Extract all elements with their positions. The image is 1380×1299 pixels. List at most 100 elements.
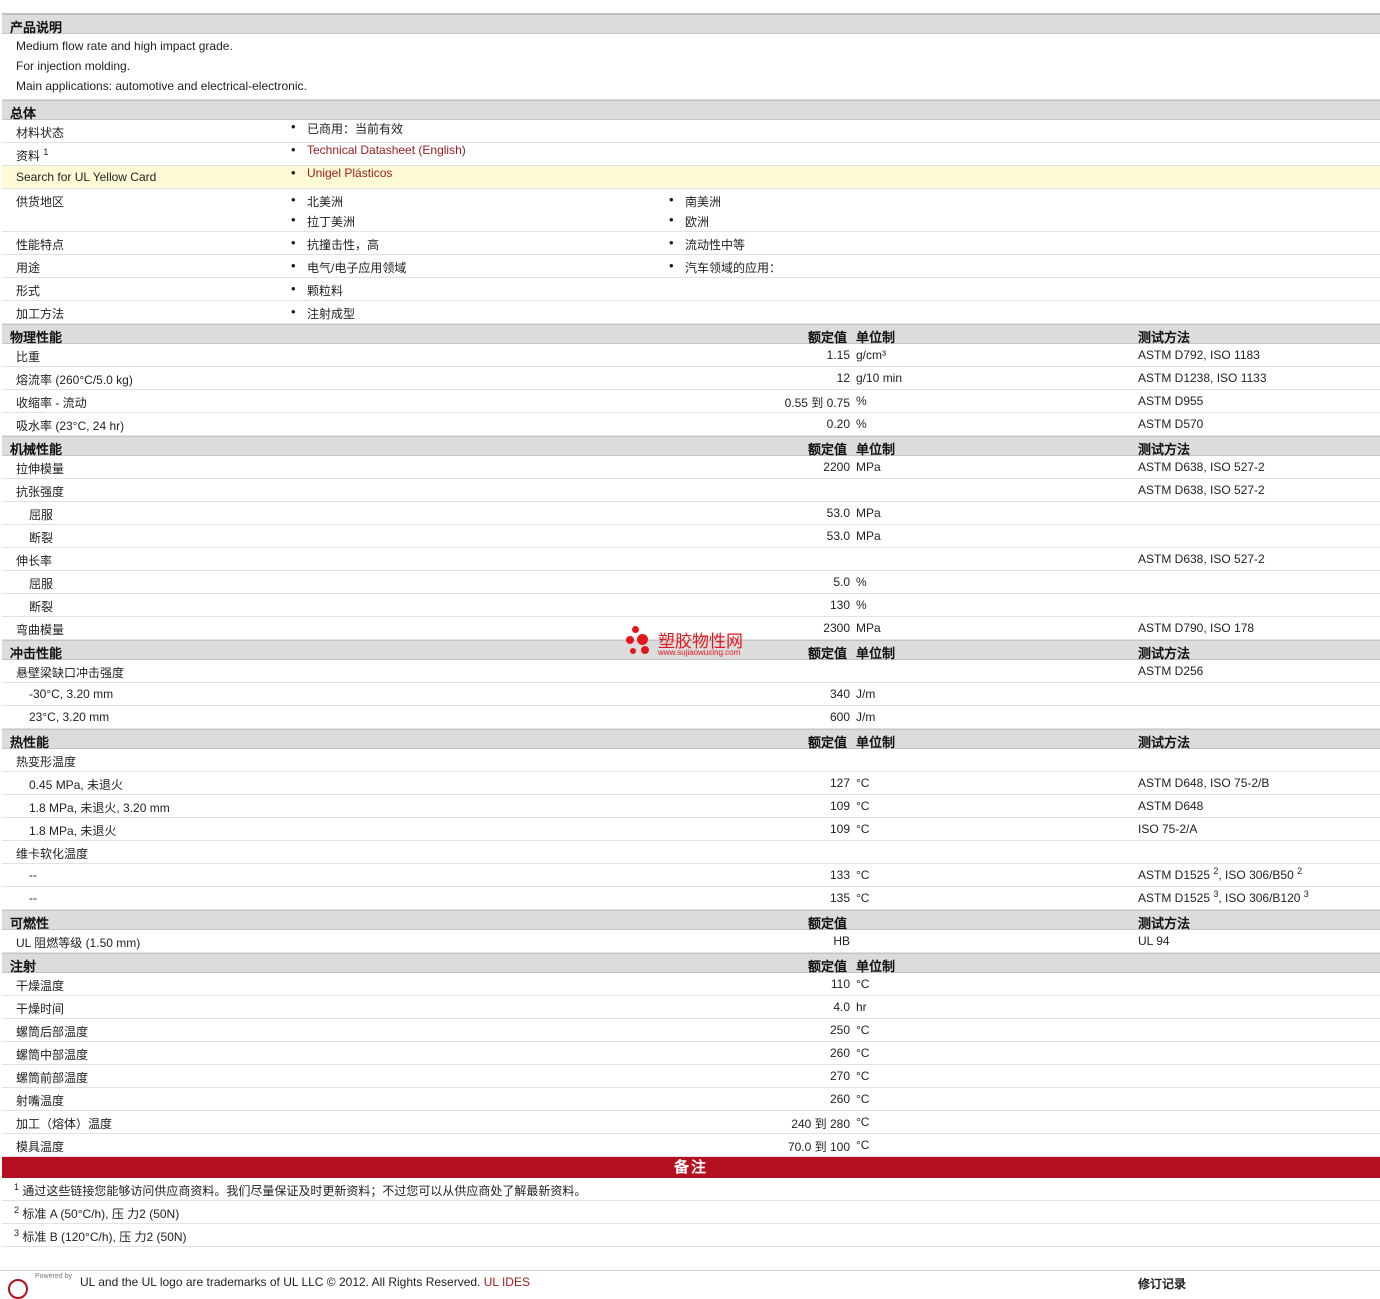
row-unit: °C [856,1069,870,1083]
table-row: 资料 1 Technical Datasheet (English) [2,142,1380,166]
table-row: 伸长率 ASTM D638, ISO 527-2 [2,548,1380,571]
status-value: 已商用：当前有效 [291,119,403,137]
row-label: 弯曲模量 [16,623,65,637]
ul-ides-link[interactable]: UL IDES [484,1275,530,1289]
row-unit: °C [856,822,870,836]
row-value: HB [833,934,850,948]
row-unit: °C [856,1046,870,1060]
table-row: -30°C, 3.20 mm 340 J/m [2,683,1380,706]
row-value: 12 [836,371,850,385]
row-label: 供货地区 [16,195,65,209]
row-label: 断裂 [29,531,54,545]
row-value: 109 [829,799,850,813]
row-label: 螺筒中部温度 [16,1048,89,1062]
row-label: 比重 [16,350,41,364]
row-label: 干燥温度 [16,979,65,993]
table-row: 干燥时间 4.0 hr [2,996,1380,1019]
row-label: 螺筒后部温度 [16,1025,89,1039]
row-value: 4.0 [833,1000,850,1014]
top-divider [2,0,1380,14]
technical-datasheet-link[interactable]: Technical Datasheet (English) [291,142,466,157]
supplier-link[interactable]: Unigel Plásticos [291,165,392,180]
row-label: 干燥时间 [16,1002,65,1016]
row-value: 0.20 [826,417,850,431]
row-value: 270 [829,1069,850,1083]
row-unit: °C [856,891,870,905]
table-row: 供货地区 北美洲 南美洲 拉丁美洲 欧洲 [2,189,1380,232]
row-unit: °C [856,868,870,882]
row-label: -30°C, 3.20 mm [29,687,114,701]
powered-by: Powered by [35,1273,72,1280]
region-item: 北美洲 [291,192,343,210]
row-label: 熔流率 (260°C/5.0 kg) [16,373,133,387]
row-label: 抗张强度 [16,485,65,499]
table-row: 用途 电气/电子应用领域 汽车领域的应用： [2,255,1380,278]
table-row: -- 133 °C ASTM D1525 2, ISO 306/B50 2 [2,864,1380,887]
row-unit: °C [856,1023,870,1037]
row-value: 600 [829,710,850,724]
row-unit: % [856,394,867,408]
watermark-url: www.sujiaowuxing.com [658,648,741,657]
row-label: 形式 [16,284,41,298]
row-method: ASTM D1238, ISO 1133 [1138,371,1267,385]
notes-header: 备注 [2,1157,1380,1178]
row-value: 109 [829,822,850,836]
section-thermal: 热性能 额定值 单位制 测试方法 [2,729,1380,750]
row-label: 螺筒前部温度 [16,1071,89,1085]
table-row: 1.8 MPa, 未退火 109 °C ISO 75-2/A [2,818,1380,841]
row-method: UL 94 [1138,934,1170,948]
table-row: 比重 1.15 g/cm³ ASTM D792, ISO 1183 [2,344,1380,367]
row-method: ASTM D256 [1138,664,1204,678]
physical-rows: 比重 1.15 g/cm³ ASTM D792, ISO 1183 熔流率 (260°… [2,344,1380,436]
region-item: 南美洲 [669,192,721,210]
table-row: 维卡软化温度 [2,841,1380,864]
table-row: -- 135 °C ASTM D1525 3, ISO 306/B120 3 [2,887,1380,910]
row-unit: MPa [856,460,881,474]
row-label: 用途 [16,261,41,275]
ul-logo-icon [8,1279,28,1299]
watermark-logo: 塑胶物性网 www.sujiaowuxing.com [626,624,766,664]
table-row: 吸水率 (23°C, 24 hr) 0.20% ASTM D570 [2,413,1380,436]
use-item: 汽车领域的应用： [669,258,781,276]
row-method: ISO 75-2/A [1138,822,1198,836]
row-label: 吸水率 (23°C, 24 hr) [16,419,125,433]
row-label: 断裂 [29,600,54,614]
row-value: 53.0 [826,529,850,543]
row-value: 130 [829,598,850,612]
mechanical-rows: 拉伸模量 2200 MPa ASTM D638, ISO 527-2 抗张强度 ASTM… [2,456,1380,640]
row-value: 135 [829,891,850,905]
row-method: ASTM D792, ISO 1183 [1138,348,1260,362]
row-unit: °C [856,1115,870,1129]
note-item: 2 标准 A (50°C/h), 压 力2 (50N) [2,1201,1380,1224]
table-row: 屈服 5.0% [2,571,1380,594]
row-value: 2300 [823,621,850,635]
table-row: 加工方法 注射成型 [2,301,1380,324]
row-label: Search for UL Yellow Card [16,170,157,184]
row-unit: % [856,417,867,431]
description-line: Main applications: automotive and electr… [16,79,307,93]
footer: Powered by UL and the UL logo are tradem… [0,1270,1380,1299]
form-item: 颗粒料 [291,281,343,299]
revision-history-link[interactable]: 修订记录 [1138,1275,1186,1292]
row-unit: °C [856,799,870,813]
description-line: For injection molding. [16,59,131,73]
thermal-rows: 热变形温度 0.45 MPa, 未退火 127 °C ASTM D648, ISO 7… [2,749,1380,910]
row-label: 屈服 [29,508,54,522]
table-row: 拉伸模量 2200 MPa ASTM D638, ISO 527-2 [2,456,1380,479]
section-flammability: 可燃性 额定值 测试方法 [2,910,1380,931]
table-row: 射嘴温度 260 °C [2,1088,1380,1111]
row-unit: % [856,575,867,589]
row-unit: °C [856,1138,870,1152]
table-row: 断裂 130% [2,594,1380,617]
row-unit: MPa [856,529,881,543]
row-method: ASTM D1525 3, ISO 306/B120 3 [1138,889,1309,906]
table-row: 材料状态 已商用：当前有效 [2,119,1380,143]
row-label: 收缩率 - 流动 [16,396,87,410]
row-method: ASTM D638, ISO 527-2 [1138,552,1265,566]
table-row: 螺筒前部温度 270 °C [2,1065,1380,1088]
row-label: -- [29,891,37,905]
section-general: 总体 [2,100,1380,121]
section-injection: 注射 额定值 单位制 [2,953,1380,974]
row-label: 拉伸模量 [16,462,65,476]
feature-item: 流动性中等 [669,235,745,253]
